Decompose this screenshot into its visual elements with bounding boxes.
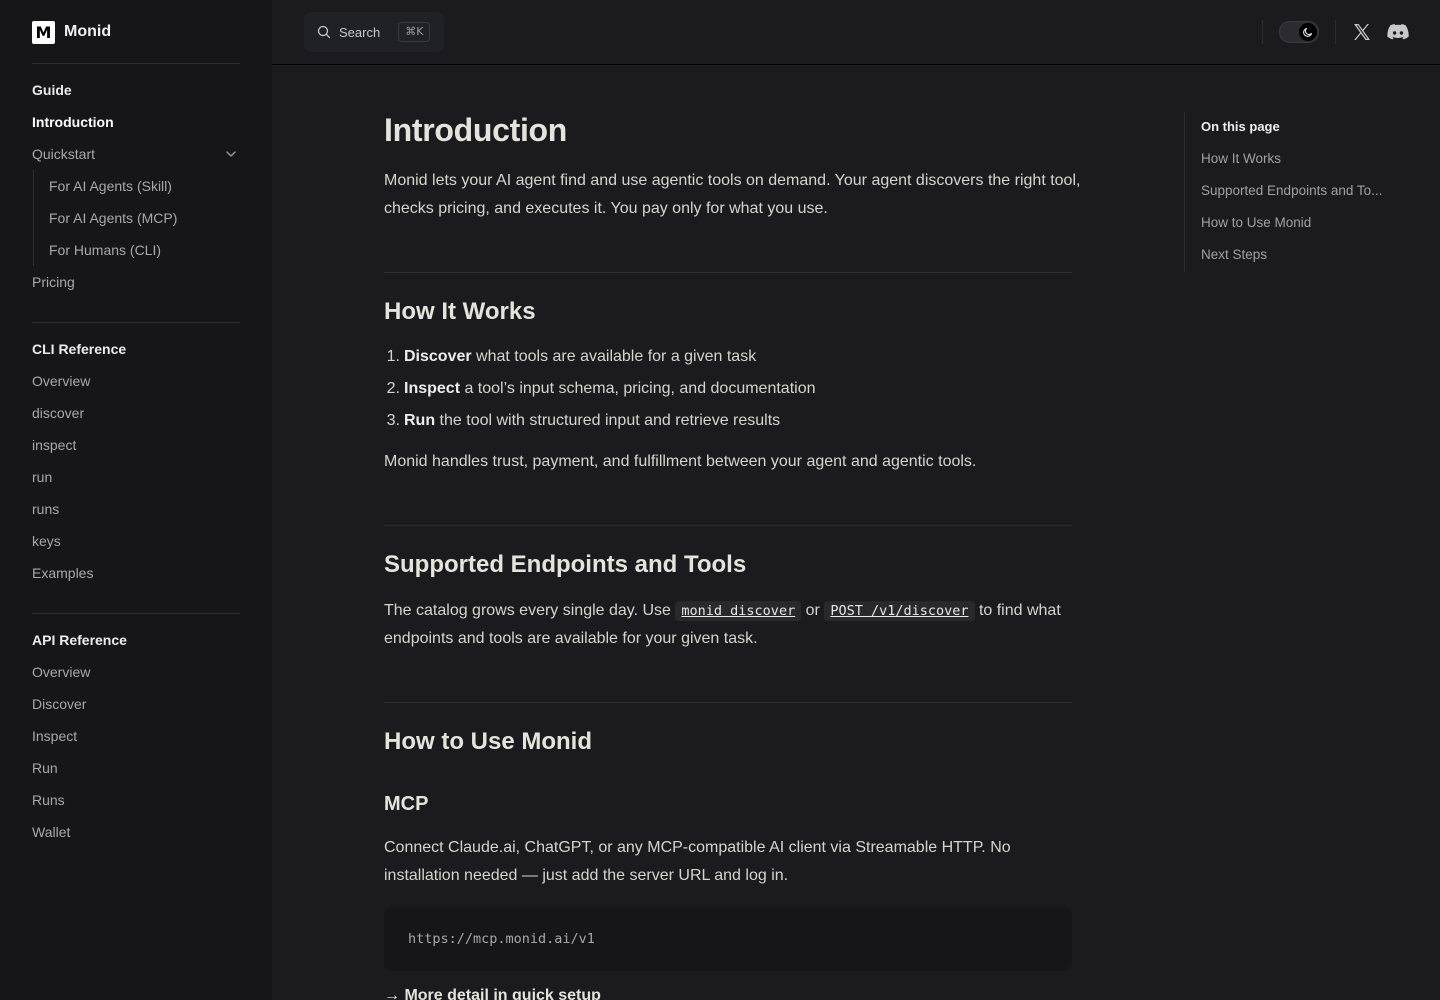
mcp-paragraph: Connect Claude.ai, ChatGPT, or any MCP-c… <box>384 839 1011 884</box>
list-item: 2. Inspect a tool’s input schema, pricing… <box>384 377 816 401</box>
how-it-works-summary: Monid handles trust, payment, and fulfil… <box>384 453 977 470</box>
search-icon <box>317 25 331 39</box>
sidebar-section-api-reference: API Reference <box>32 632 127 648</box>
code-post-discover[interactable]: POST /v1/discover <box>824 601 975 621</box>
toggle-knob <box>1299 23 1317 41</box>
sidebar-item-api-discover[interactable]: Discover <box>32 694 86 714</box>
brand-logo[interactable]: M Monid <box>32 20 112 44</box>
search-button[interactable]: Search ⌘K <box>304 12 444 52</box>
sidebar-section-guide: Guide <box>32 82 72 98</box>
chevron-down-icon[interactable] <box>224 147 238 161</box>
toc-item-next-steps[interactable]: Next Steps <box>1201 247 1267 262</box>
heading-mcp: MCP <box>384 793 429 815</box>
sidebar-item-cli-overview[interactable]: Overview <box>32 371 90 391</box>
heading-how-it-works: How It Works <box>384 298 536 325</box>
quickstart-indent-line <box>33 170 34 266</box>
sidebar-item-api-runs[interactable]: Runs <box>32 790 65 810</box>
sidebar-item-api-overview[interactable]: Overview <box>32 662 90 682</box>
heading-supported-endpoints: Supported Endpoints and Tools <box>384 551 747 578</box>
sidebar-item-cli-keys[interactable]: keys <box>32 531 61 551</box>
sidebar-item-introduction[interactable]: Introduction <box>32 112 114 132</box>
list-keyword: Discover <box>404 348 472 365</box>
toc-item-how-to-use[interactable]: How to Use Monid <box>1201 215 1311 230</box>
sidebar-item-ai-agents-mcp[interactable]: For AI Agents (MCP) <box>49 208 177 228</box>
discord-link[interactable] <box>1387 21 1409 43</box>
toc-rail <box>1184 112 1185 272</box>
toc-item-supported-endpoints[interactable]: Supported Endpoints and To... <box>1201 183 1382 198</box>
list-text: the tool with structured input and retri… <box>435 412 781 429</box>
sidebar-item-cli-discover[interactable]: discover <box>32 403 84 423</box>
theme-toggle[interactable] <box>1279 21 1319 43</box>
page-title: Introduction <box>384 112 568 148</box>
discord-icon <box>1387 24 1409 40</box>
section-divider <box>384 272 1072 273</box>
search-label: Search <box>339 24 381 40</box>
sidebar-divider <box>32 613 240 614</box>
sidebar-item-cli-examples[interactable]: Examples <box>32 563 93 583</box>
list-number: 3. <box>386 412 400 429</box>
endpoints-text: The catalog grows every single day. Use <box>384 602 676 619</box>
x-twitter-icon <box>1354 24 1370 40</box>
logo-mark: M <box>32 20 55 44</box>
sidebar-item-cli-inspect[interactable]: inspect <box>32 435 76 455</box>
topbar-separator <box>1262 20 1263 44</box>
sidebar-item-cli-run[interactable]: run <box>32 467 52 487</box>
sidebar-item-api-inspect[interactable]: Inspect <box>32 726 77 746</box>
heading-how-to-use: How to Use Monid <box>384 728 592 755</box>
sidebar-item-pricing[interactable]: Pricing <box>32 272 75 292</box>
quick-setup-link[interactable]: → More detail in quick setup <box>384 987 601 1000</box>
list-keyword: Inspect <box>404 380 461 397</box>
toc-title: On this page <box>1201 119 1280 134</box>
section-divider <box>384 525 1072 526</box>
list-item: 1. Discover what tools are available for … <box>384 345 757 369</box>
code-url: https://mcp.monid.ai/v1 <box>408 931 595 947</box>
list-number: 1. <box>386 348 400 365</box>
code-block[interactable]: https://mcp.monid.ai/v1 <box>384 907 1072 971</box>
x-twitter-link[interactable] <box>1351 21 1373 43</box>
sidebar-item-cli-runs[interactable]: runs <box>32 499 59 519</box>
top-bar: Search ⌘K <box>272 0 1440 65</box>
code-monid-discover[interactable]: monid discover <box>675 601 802 621</box>
toc-item-how-it-works[interactable]: How It Works <box>1201 151 1281 166</box>
sidebar-section-cli-reference: CLI Reference <box>32 341 127 357</box>
topbar-separator <box>1335 20 1336 44</box>
list-item: 3. Run the tool with structured input and… <box>384 409 781 433</box>
list-keyword: Run <box>404 412 436 429</box>
search-shortcut: ⌘K <box>398 22 431 42</box>
list-text: a tool’s input schema, pricing, and docu… <box>460 380 816 397</box>
list-text: what tools are available for a given tas… <box>471 348 757 365</box>
brand-name: Monid <box>64 23 112 40</box>
sidebar-divider <box>32 322 240 323</box>
list-number: 2. <box>386 380 400 397</box>
sidebar-divider <box>32 63 240 64</box>
moon-icon <box>1303 27 1313 37</box>
sidebar-item-quickstart[interactable]: Quickstart <box>32 144 95 164</box>
endpoints-text: or <box>801 602 825 619</box>
sidebar-item-api-wallet[interactable]: Wallet <box>32 822 70 842</box>
endpoints-paragraph: The catalog grows every single day. Use … <box>384 597 1074 653</box>
section-divider <box>384 702 1072 703</box>
intro-paragraph: Monid lets your AI agent find and use ag… <box>384 172 1081 217</box>
sidebar: M Monid Guide Introduction Quickstart Fo… <box>0 0 272 1000</box>
sidebar-item-api-run[interactable]: Run <box>32 758 58 778</box>
sidebar-item-humans-cli[interactable]: For Humans (CLI) <box>49 240 161 260</box>
sidebar-item-ai-agents-skill[interactable]: For AI Agents (Skill) <box>49 176 172 196</box>
